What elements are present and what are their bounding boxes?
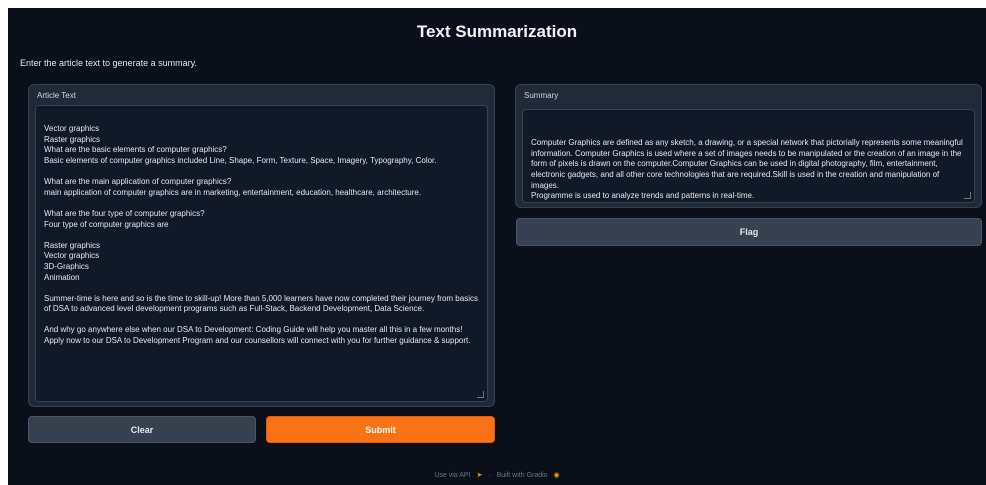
resize-handle-icon[interactable] xyxy=(477,391,484,398)
use-via-api-link[interactable]: Use via API xyxy=(434,472,470,479)
summary-output[interactable]: Computer Graphics are defined as any ske… xyxy=(522,109,975,203)
clear-button[interactable]: Clear xyxy=(28,416,256,443)
built-with-gradio-link[interactable]: Built with Gradio xyxy=(497,472,548,479)
summary-panel: Summary Computer Graphics are defined as… xyxy=(515,84,982,208)
article-text-content: Vector graphics Raster graphics What are… xyxy=(44,124,478,346)
app-container: Text Summarization Enter the article tex… xyxy=(8,8,986,485)
article-text-label: Article Text xyxy=(37,91,76,100)
gradio-logo-icon: ◉ xyxy=(553,472,560,479)
rocket-icon: ➤ xyxy=(476,472,483,479)
submit-button[interactable]: Submit xyxy=(266,416,495,443)
summary-content: Computer Graphics are defined as any ske… xyxy=(531,138,963,201)
resize-handle-icon[interactable] xyxy=(964,192,971,199)
page-title: Text Summarization xyxy=(416,22,578,41)
article-text-panel: Article Text Vector graphics Raster grap… xyxy=(28,84,495,407)
flag-button[interactable]: Flag xyxy=(516,218,982,246)
footer: Use via API ➤ · Built with Gradio ◉ xyxy=(8,471,986,479)
article-text-input[interactable]: Vector graphics Raster graphics What are… xyxy=(35,105,488,402)
summary-label: Summary xyxy=(524,91,559,100)
page-description: Enter the article text to generate a sum… xyxy=(20,58,197,68)
footer-separator: · xyxy=(488,472,491,479)
